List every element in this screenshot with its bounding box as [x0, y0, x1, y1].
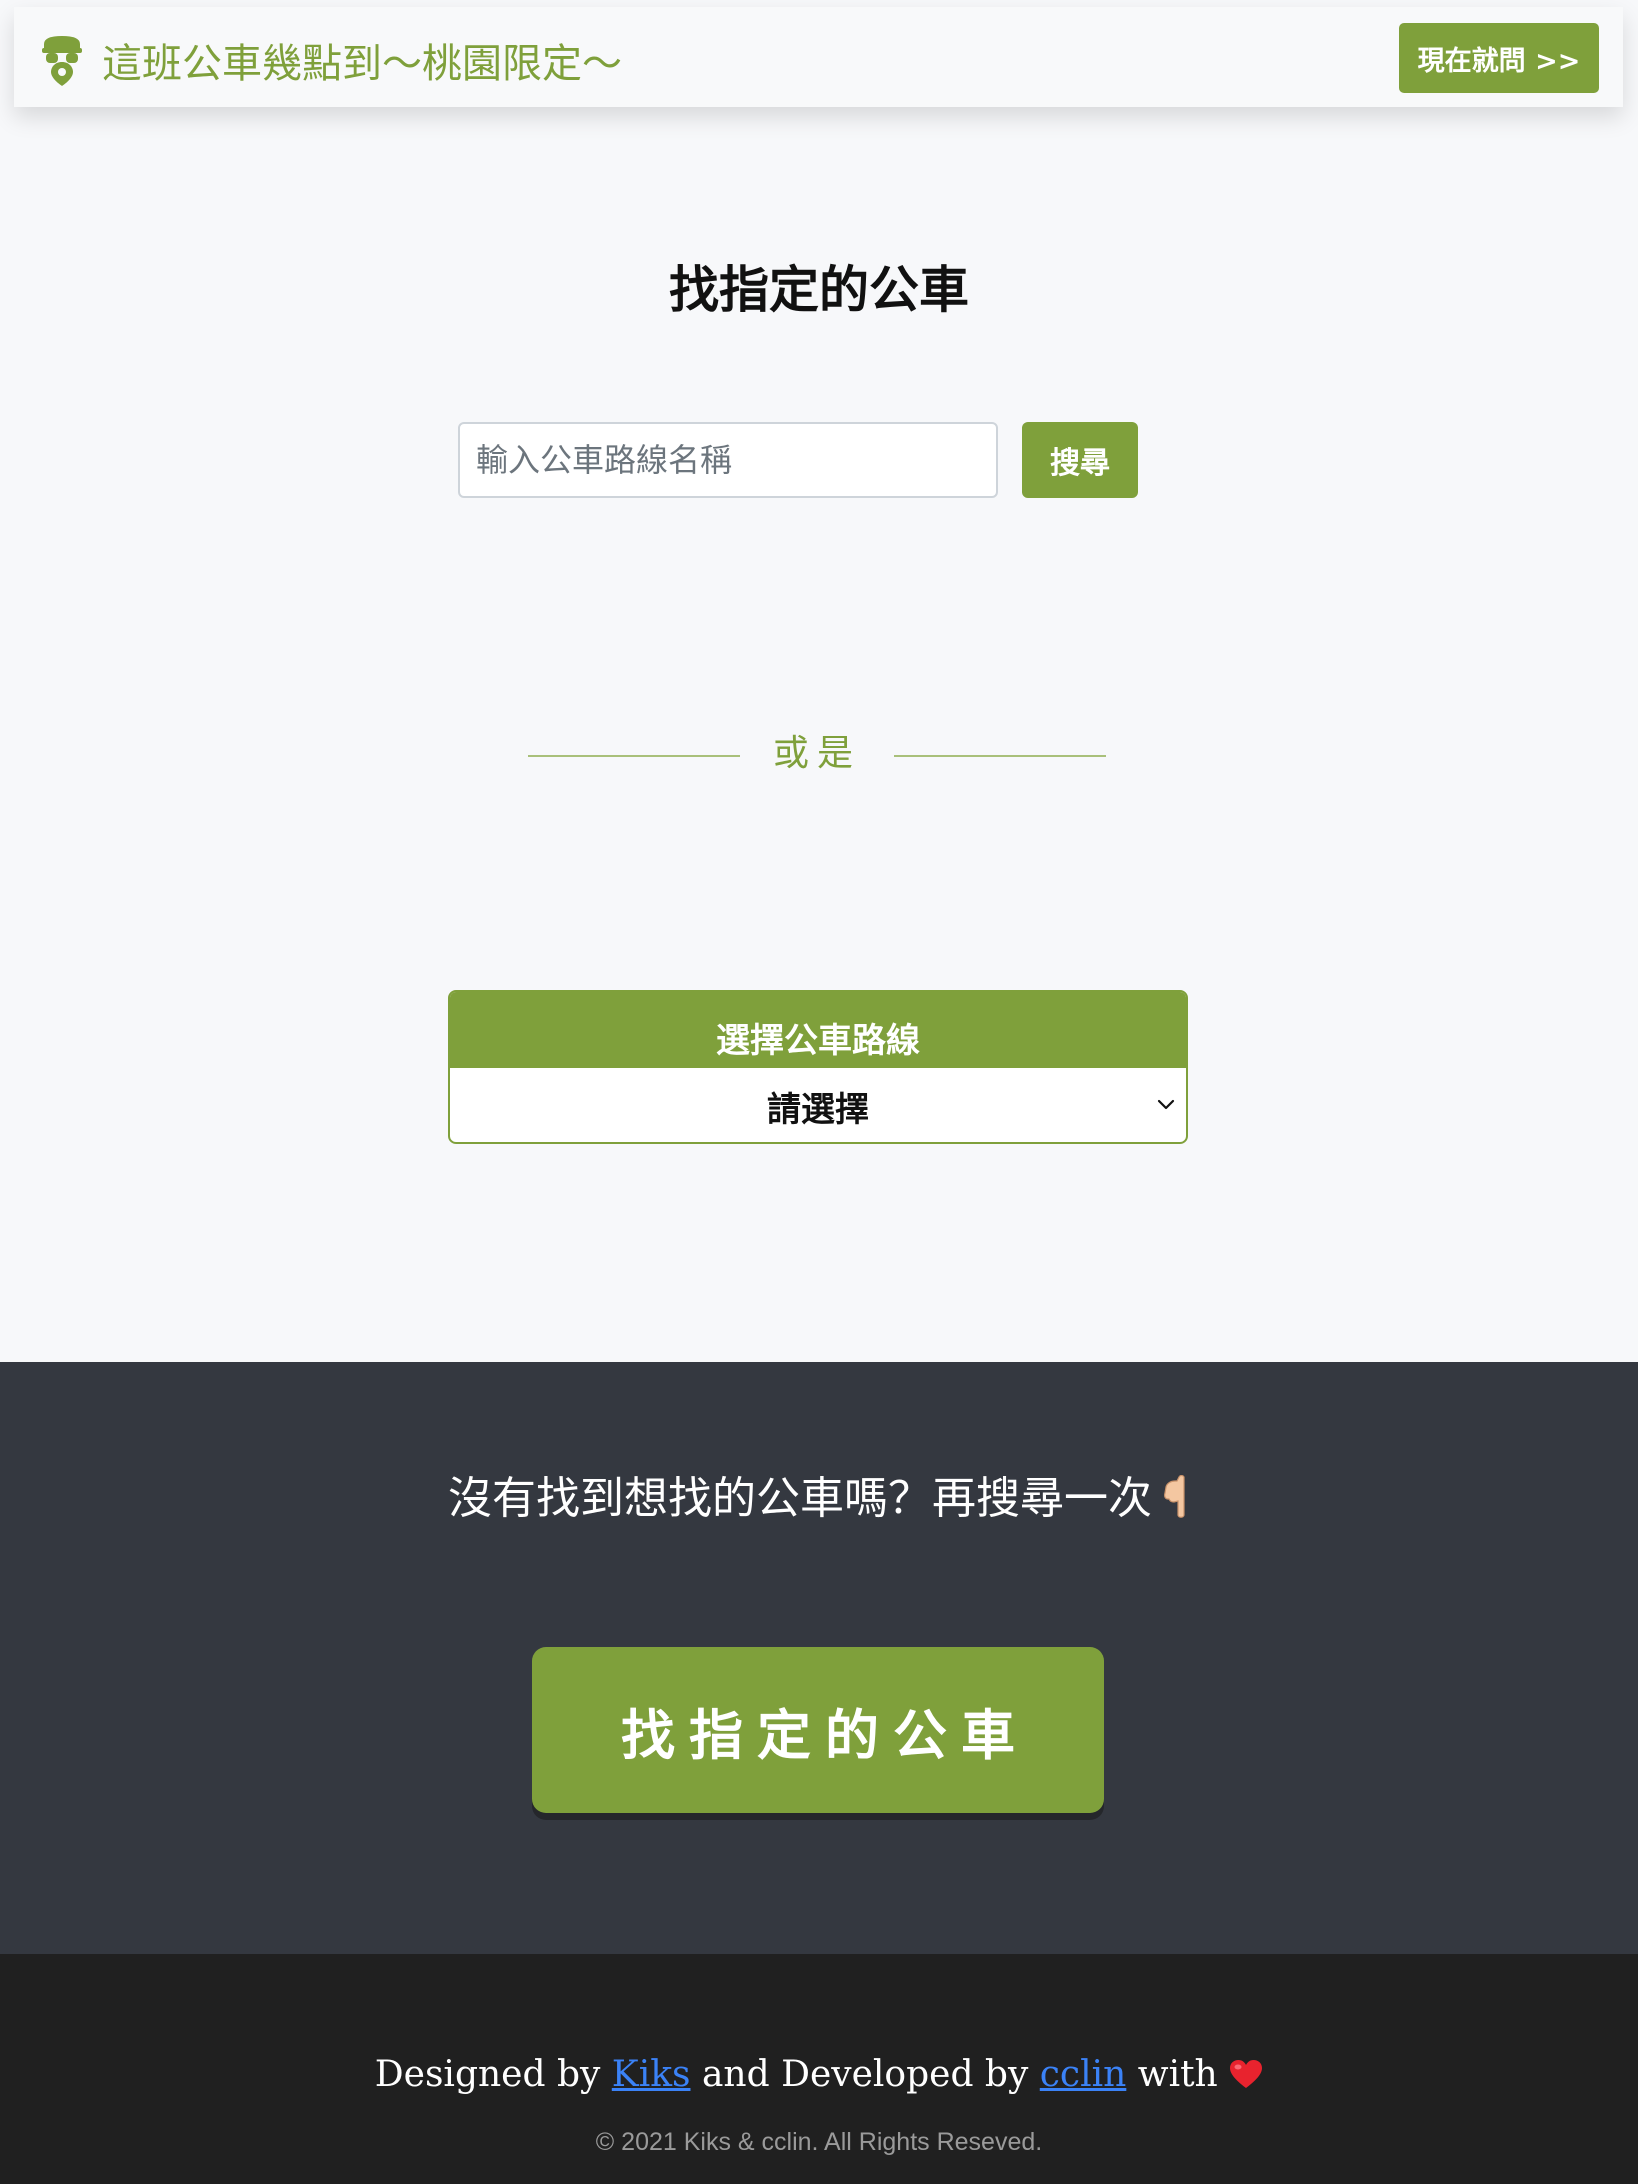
- brand-title: 這班公車幾點到～桃園限定～: [102, 41, 622, 87]
- route-select-card: 選擇公車路線 請選擇: [448, 990, 1188, 1144]
- retry-search-section: 沒有找到想找的公車嗎？再搜尋一次 找指定的公車: [0, 1362, 1638, 1954]
- bus-stop-pin-icon: [42, 36, 82, 86]
- route-select-value: 請選擇: [767, 1089, 869, 1130]
- divider-line-left: [528, 755, 740, 757]
- route-select-dropdown[interactable]: 請選擇: [450, 1068, 1186, 1142]
- copyright: © 2021 Kiks & cclin. All Rights Reseved.: [595, 2128, 1043, 2156]
- find-bus-button[interactable]: 找指定的公車: [532, 1647, 1104, 1813]
- credits: Designed by Kiks and Developed by cclin …: [0, 2054, 1638, 2095]
- credits-with: with: [1137, 2054, 1218, 2095]
- route-select-header: 選擇公車路線: [450, 992, 1186, 1068]
- brand[interactable]: 這班公車幾點到～桃園限定～: [38, 31, 622, 89]
- footer: Designed by Kiks and Developed by cclin …: [0, 1954, 1638, 2184]
- divider-text: 或是: [772, 733, 861, 774]
- route-search-input[interactable]: [458, 422, 998, 498]
- developer-link[interactable]: cclin: [1040, 2054, 1127, 2095]
- credits-developed-by: and Developed by: [701, 2054, 1029, 2095]
- search-section-title: 找指定的公車: [669, 260, 969, 319]
- chevron-down-icon: [1157, 1099, 1175, 1110]
- credits-designed-by: Designed by: [374, 2054, 601, 2095]
- divider-line-right: [894, 755, 1106, 757]
- retry-prompt-text: 沒有找到想找的公車嗎？再搜尋一次: [448, 1473, 1152, 1524]
- retry-prompt: 沒有找到想找的公車嗎？再搜尋一次: [0, 1462, 1638, 1526]
- page: 這班公車幾點到～桃園限定～ 現在就問 >> 找指定的公車 搜尋 或是 選擇公車路…: [0, 0, 1638, 2184]
- pointing-down-hand-icon: [1164, 1475, 1185, 1518]
- search-button[interactable]: 搜尋: [1022, 422, 1138, 498]
- designer-link[interactable]: Kiks: [612, 2054, 691, 2095]
- navbar: 這班公車幾點到～桃園限定～ 現在就問 >>: [14, 7, 1623, 107]
- ask-now-button[interactable]: 現在就問 >>: [1399, 23, 1599, 93]
- red-heart-icon: [1230, 2060, 1263, 2088]
